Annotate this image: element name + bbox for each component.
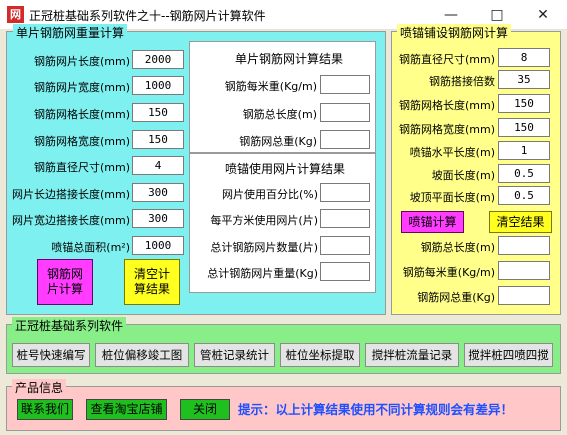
single-sheet-input-3[interactable]: 150	[132, 130, 184, 149]
mesh-calc-button[interactable]: 钢筋网片计算	[37, 259, 93, 305]
mesh-clear-button[interactable]: 清空计算结果	[124, 259, 180, 305]
single-sheet-label-0: 钢筋网片长度(mm)	[33, 55, 130, 68]
single-sheet-label-5: 网片长边搭接长度(mm)	[11, 188, 130, 201]
shotcrete-mesh-input-5[interactable]: 0.5	[498, 164, 550, 183]
shotcrete-mesh-result-label-2: 钢筋网总重(Kg)	[417, 291, 495, 304]
shotcrete-mesh-input-4[interactable]: 1	[498, 141, 550, 160]
shotcrete-result-label-0: 网片使用百分比(%)	[221, 188, 318, 201]
window-title: 正冠桩基础系列软件之十--钢筋网片计算软件	[29, 9, 266, 23]
maximize-icon: □	[490, 7, 504, 23]
shotcrete-mesh-label-0: 钢筋直径尺寸(mm)	[398, 53, 495, 66]
single-sheet-label-4: 钢筋直径尺寸(mm)	[33, 161, 130, 174]
shotcrete-mesh-label-1: 钢筋搭接倍数	[429, 75, 495, 88]
shotcrete-mesh-label-2: 钢筋网格长度(mm)	[398, 99, 495, 112]
shotcrete-result-label-3: 总计钢筋网片重量(Kg)	[207, 267, 318, 280]
shotcrete-mesh-result-label-1: 钢筋每米重(Kg/m)	[402, 266, 495, 279]
shotcrete-mesh-input-2[interactable]: 150	[498, 94, 550, 113]
single-sheet-input-1[interactable]: 1000	[132, 76, 184, 95]
series-button-3[interactable]: 桩位坐标提取	[280, 343, 360, 367]
single-results-title: 单片钢筋网计算结果	[235, 52, 344, 66]
single-sheet-input-7[interactable]: 1000	[132, 236, 184, 255]
series-button-1[interactable]: 桩位偏移竣工图	[95, 343, 189, 367]
tip-text: 提示：以上计算结果使用不同计算规则会有差异！	[238, 402, 514, 417]
shotcrete-result-input-3[interactable]	[320, 262, 370, 281]
single-sheet-input-4[interactable]: 4	[132, 156, 184, 175]
taobao-shop-button[interactable]: 查看淘宝店铺	[86, 399, 167, 420]
shotcrete-mesh-input-6[interactable]: 0.5	[498, 186, 550, 205]
shotcrete-clear-button-label: 清空结果	[496, 214, 545, 229]
product-title: 产品信息	[12, 379, 67, 396]
shotcrete-results-title: 喷锚使用网片计算结果	[225, 162, 346, 176]
app-icon: 网	[7, 6, 24, 23]
shotcrete-mesh-input-1[interactable]: 35	[498, 70, 550, 89]
shotcrete-result-input-0[interactable]	[320, 183, 370, 202]
shotcrete-mesh-label-3: 钢筋网格宽度(mm)	[398, 123, 495, 136]
shotcrete-result-label-2: 总计钢筋网片数量(片)	[210, 241, 318, 254]
shotcrete-result-input-1[interactable]	[320, 209, 370, 228]
close-button[interactable]: ✕	[520, 0, 566, 30]
shotcrete-mesh-result-input-1[interactable]	[498, 261, 550, 280]
shotcrete-calc-button-label: 喷锚计算	[408, 214, 457, 229]
shotcrete-mesh-label-5: 坡面长度(m)	[431, 169, 495, 182]
single-sheet-input-2[interactable]: 150	[132, 103, 184, 122]
series-button-label-2: 管桩记录统计	[200, 347, 269, 362]
shotcrete-mesh-label-4: 喷锚水平长度(m)	[409, 146, 495, 159]
single-result-label-1: 钢筋总长度(m)	[242, 108, 317, 121]
series-button-2[interactable]: 管桩记录统计	[194, 343, 275, 367]
series-button-label-3: 桩位坐标提取	[285, 347, 355, 362]
series-button-label-0: 桩号快速编写	[16, 347, 86, 362]
single-result-label-0: 钢筋每米重(Kg/m)	[224, 80, 317, 93]
single-sheet-label-2: 钢筋网格长度(mm)	[33, 108, 130, 121]
contact-us-button[interactable]: 联系我们	[17, 399, 73, 420]
series-button-label-1: 桩位偏移竣工图	[101, 347, 183, 362]
shotcrete-clear-button[interactable]: 清空结果	[489, 211, 552, 233]
single-result-input-0[interactable]	[320, 75, 370, 94]
close-app-button[interactable]: 关闭	[180, 399, 230, 420]
shotcrete-result-input-2[interactable]	[320, 236, 370, 255]
series-button-5[interactable]: 搅拌桩四喷四搅	[464, 343, 553, 367]
contact-us-label: 联系我们	[20, 402, 69, 416]
single-sheet-label-3: 钢筋网格宽度(mm)	[33, 135, 130, 148]
shotcrete-mesh-label-6: 坡顶平面长度(m)	[409, 191, 495, 204]
single-sheet-input-0[interactable]: 2000	[132, 50, 184, 69]
close-icon: ✕	[537, 7, 549, 23]
single-result-input-1[interactable]	[320, 103, 370, 122]
shotcrete-mesh-result-input-2[interactable]	[498, 286, 550, 305]
shotcrete-calc-button[interactable]: 喷锚计算	[401, 211, 464, 233]
single-sheet-input-5[interactable]: 300	[132, 183, 184, 202]
single-sheet-title: 单片钢筋网重量计算	[13, 24, 128, 41]
shotcrete-mesh-result-input-0[interactable]	[498, 236, 550, 255]
series-button-label-5: 搅拌桩四喷四搅	[468, 347, 549, 362]
shotcrete-mesh-result-label-0: 钢筋总长度(m)	[420, 241, 495, 254]
series-title: 正冠桩基础系列软件	[12, 317, 127, 334]
series-button-0[interactable]: 桩号快速编写	[12, 343, 90, 367]
shotcrete-mesh-title: 喷锚铺设钢筋网计算	[397, 24, 512, 41]
single-result-label-2: 钢筋网总重(Kg)	[239, 135, 317, 148]
close-app-label: 关闭	[192, 402, 217, 416]
single-sheet-input-6[interactable]: 300	[132, 209, 184, 228]
series-button-4[interactable]: 搅拌桩流量记录	[365, 343, 459, 367]
mesh-clear-button-label: 清空计算结果	[133, 267, 170, 296]
shotcrete-result-label-1: 每平方米使用网片(片)	[210, 214, 318, 227]
single-sheet-label-1: 钢筋网片宽度(mm)	[33, 81, 130, 94]
minimize-icon: —	[444, 7, 458, 23]
shotcrete-mesh-input-3[interactable]: 150	[498, 118, 550, 137]
single-sheet-label-6: 网片宽边搭接长度(mm)	[11, 214, 130, 227]
series-button-label-4: 搅拌桩流量记录	[371, 347, 453, 362]
shotcrete-mesh-input-0[interactable]: 8	[498, 48, 550, 67]
mesh-calc-button-label: 钢筋网片计算	[46, 267, 83, 296]
taobao-shop-label: 查看淘宝店铺	[90, 402, 163, 416]
single-sheet-label-7: 喷锚总面积(m²)	[51, 241, 130, 254]
single-result-input-2[interactable]	[320, 130, 370, 149]
